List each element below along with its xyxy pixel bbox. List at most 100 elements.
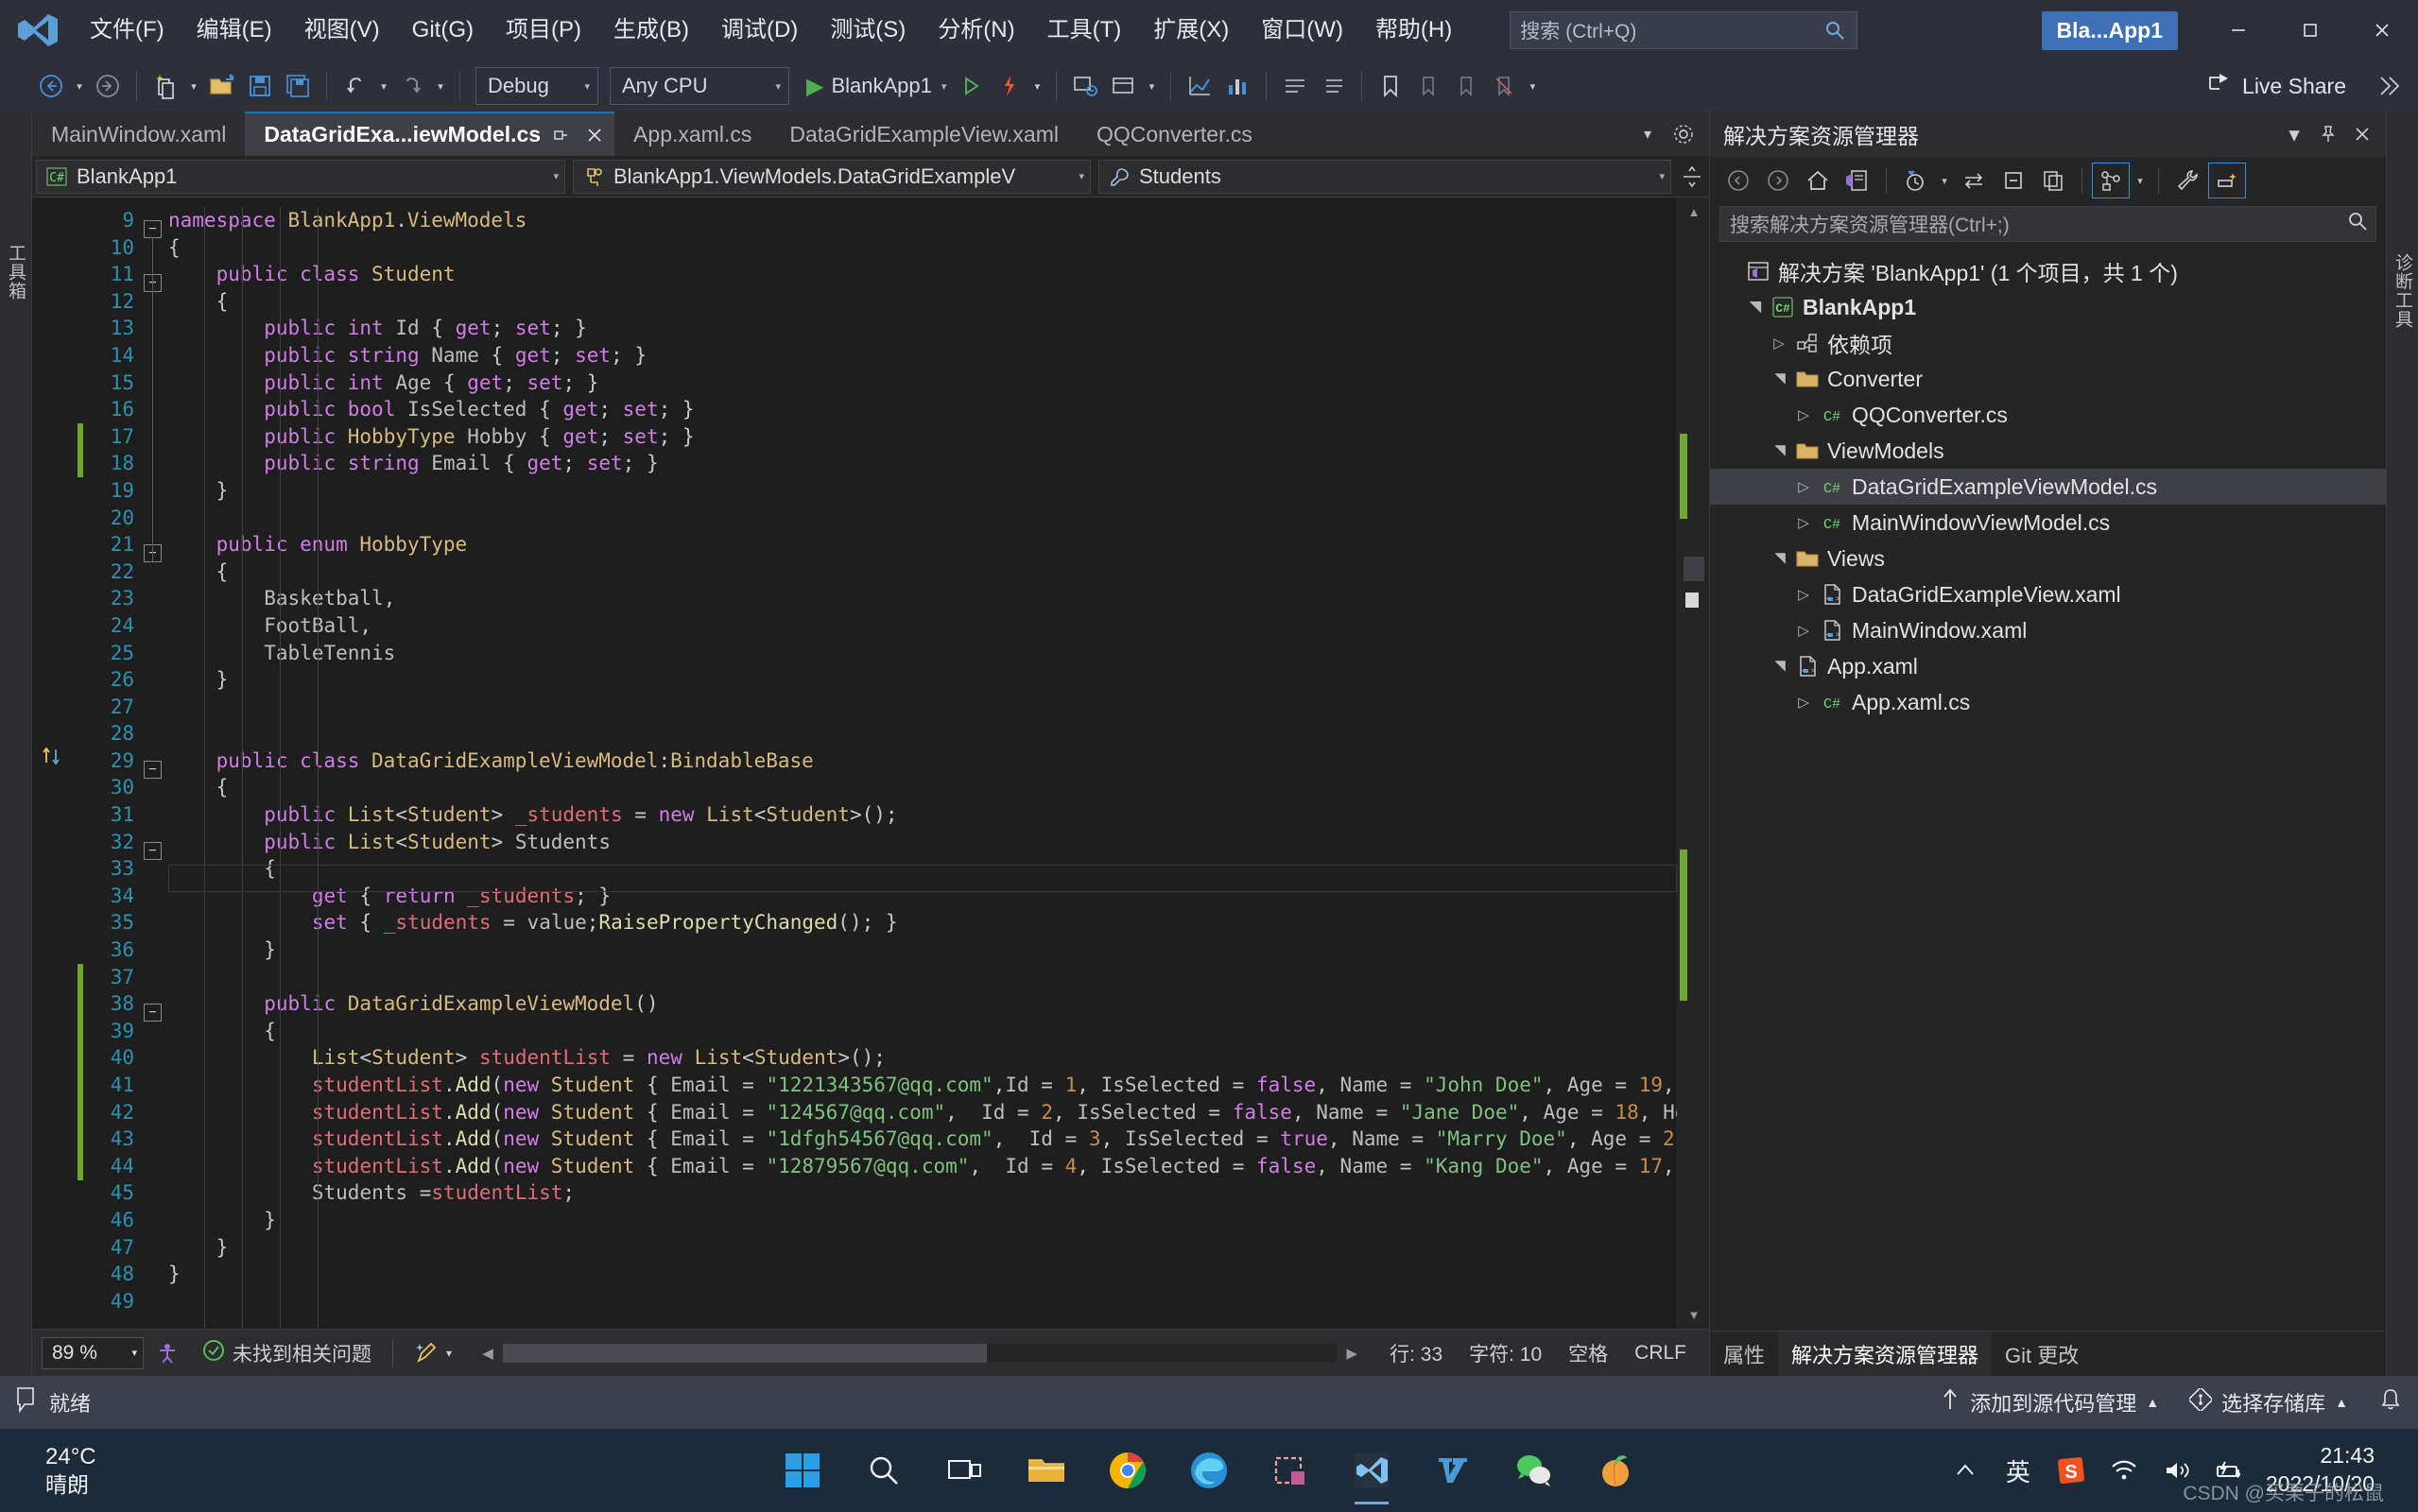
code-line[interactable]: public DataGridExampleViewModel() [168,990,1677,1018]
solution-tree-item[interactable]: ▷ < > MainWindow.xaml [1710,612,2386,648]
navigate-forward-button[interactable] [89,66,127,106]
document-tab-3[interactable]: DataGridExampleView.xaml [770,112,1078,156]
chevron-up-icon[interactable] [1939,1435,1992,1506]
properties-wrench-icon[interactable] [2168,163,2206,198]
task-view[interactable] [929,1435,1001,1506]
code-line[interactable]: } [168,936,1677,964]
navbar-project-select[interactable]: C# BlankApp1 ▾ [36,159,565,194]
start-button[interactable] [767,1435,838,1506]
code-line[interactable]: studentList.Add(new Student { Email = "1… [168,1099,1677,1126]
chevron-down-icon[interactable]: ▾ [2278,118,2310,150]
menu-item-2[interactable]: 视图(V) [288,12,396,48]
live-share-button[interactable]: Live Share [2191,66,2361,106]
hot-reload-icon[interactable] [990,66,1028,106]
collapsed-triangle-icon[interactable]: ▷ [1791,586,1816,603]
pin-icon[interactable] [2312,118,2344,150]
pen-icon[interactable]: ▾ [403,1341,463,1366]
chevron-down-icon[interactable]: ▾ [1632,118,1664,150]
notifications-button[interactable] [2363,1376,2418,1429]
solution-explorer-search-input[interactable]: 搜索解决方案资源管理器(Ctrl+;) [1719,206,2376,242]
uncomment-lines-icon[interactable] [1314,66,1352,106]
collapsed-triangle-icon[interactable]: ▷ [1791,406,1816,423]
menu-item-11[interactable]: 窗口(W) [1245,12,1359,48]
navbar-member-select[interactable]: Students ▾ [1098,159,1671,194]
document-tab-1[interactable]: DataGridExa...iewModel.cs [245,112,615,156]
expanded-triangle-icon[interactable]: ◢ [1770,438,1788,463]
document-tab-4[interactable]: QQConverter.cs [1078,112,1271,156]
code-line[interactable] [168,720,1677,747]
search-input[interactable]: 搜索 (Ctrl+Q) [1510,11,1858,49]
save-icon[interactable] [241,66,279,106]
comment-lines-icon[interactable] [1276,66,1314,106]
toolbar-overflow-button[interactable]: ▾ [1523,66,1542,106]
zoom-level-select[interactable]: 89 % ▾ [42,1336,144,1369]
solution-tree-item[interactable]: ▷ < > DataGridExampleView.xaml [1710,576,2386,612]
next-bookmark-icon[interactable] [1447,66,1485,106]
select-repository-button[interactable]: 选择存储库 ▲ [2174,1376,2363,1429]
solution-tree-item[interactable]: ◢ < > App.xaml [1710,648,2386,684]
document-tab-0[interactable]: MainWindow.xaml [32,112,245,156]
folding-margin[interactable]: −−−−−− [138,207,168,1329]
wechat[interactable] [1498,1435,1570,1506]
panel-tab-2[interactable]: Git 更改 [1992,1332,2092,1376]
menu-item-7[interactable]: 测试(S) [814,12,922,48]
ime-indicator[interactable]: 英 [1992,1435,2045,1506]
code-line[interactable]: Students =studentList; [168,1179,1677,1207]
solution-tree-item[interactable]: ◢ Converter [1710,361,2386,397]
expanded-triangle-icon[interactable]: ◢ [1770,546,1788,571]
solution-tree-item[interactable]: 解决方案 'BlankApp1' (1 个项目，共 1 个) [1710,253,2386,289]
code-line[interactable]: public List<Student> _students = new Lis… [168,801,1677,829]
solution-tree-item[interactable]: ▷ C# QQConverter.cs [1710,397,2386,433]
code-line[interactable]: List<Student> studentList = new List<Stu… [168,1044,1677,1072]
wifi-icon[interactable] [2098,1435,2150,1506]
code-line[interactable]: public bool IsSelected { get; set; } [168,396,1677,423]
minimize-button[interactable] [2202,0,2274,60]
solution-tree-item[interactable]: ◢ C# BlankApp1 [1710,289,2386,325]
navigate-backward-dropdown[interactable]: ▾ [70,66,89,106]
scroll-down-button[interactable]: ▼ [1678,1300,1709,1329]
show-desktop-button[interactable] [2392,1435,2401,1506]
code-line[interactable]: public List<Student> Students [168,829,1677,856]
accessibility-icon[interactable] [144,1341,191,1366]
se-forward-button[interactable] [1759,163,1797,198]
vim[interactable] [1417,1435,1489,1506]
vs-solution-icon[interactable] [1839,163,1876,198]
solution-tree[interactable]: 解决方案 'BlankApp1' (1 个项目，共 1 个) ◢ C# BlankAp… [1710,248,2386,1331]
google-chrome[interactable] [1092,1435,1164,1506]
indentation-indicator[interactable]: 空格 [1555,1339,1621,1367]
split-view-icon[interactable] [1675,160,1709,194]
snipping-tool[interactable] [1254,1435,1326,1506]
solution-tree-item[interactable]: ▷ C# DataGridExampleViewModel.cs [1710,469,2386,505]
preview-selected-items-icon[interactable] [2208,163,2246,198]
taskbar-search[interactable] [848,1435,920,1506]
solution-tree-item[interactable]: ▷ C# App.xaml.cs [1710,684,2386,720]
start-debugging-button[interactable]: ▶ BlankApp1 ▾ [795,66,952,106]
code-line[interactable]: public HobbyType Hobby { get; set; } [168,423,1677,451]
code-line[interactable]: { [168,558,1677,586]
code-line[interactable]: Basketball, [168,585,1677,612]
navbar-type-select[interactable]: BlankApp1.ViewModels.DataGridExampleV ▾ [573,159,1091,194]
code-line[interactable]: { [168,1018,1677,1045]
problems-status[interactable]: 未找到相关问题 [191,1339,383,1367]
glyph-margin[interactable] [32,198,76,1329]
code-line[interactable]: TableTennis [168,640,1677,667]
solution-tree-item[interactable]: ▷ 依赖项 [1710,325,2386,361]
show-all-files-icon[interactable] [2092,163,2130,198]
collapsed-triangle-icon[interactable]: ▷ [1791,694,1816,711]
pin-icon[interactable] [546,121,575,149]
gear-icon[interactable] [1667,118,1700,150]
code-line[interactable]: } [168,1261,1677,1288]
fold-toggle-icon[interactable]: − [144,220,162,238]
new-project-icon[interactable] [147,66,184,106]
menu-item-10[interactable]: 扩展(X) [1137,12,1245,48]
collapse-all-icon[interactable] [1995,163,2032,198]
panel-tab-0[interactable]: 属性 [1710,1332,1778,1376]
start-without-debugging-icon[interactable] [952,66,990,106]
code-text[interactable]: namespace BlankApp1.ViewModels{ public c… [168,207,1677,1329]
panel-tab-1[interactable]: 解决方案资源管理器 [1778,1332,1993,1376]
horizontal-scrollbar[interactable]: ◀ ▶ [478,1343,1361,1363]
expanded-triangle-icon[interactable]: ◢ [1770,367,1788,391]
collapsed-triangle-icon[interactable]: ▷ [1791,514,1816,531]
code-line[interactable] [168,505,1677,532]
solution-tree-item[interactable]: ▷ C# MainWindowViewModel.cs [1710,505,2386,541]
